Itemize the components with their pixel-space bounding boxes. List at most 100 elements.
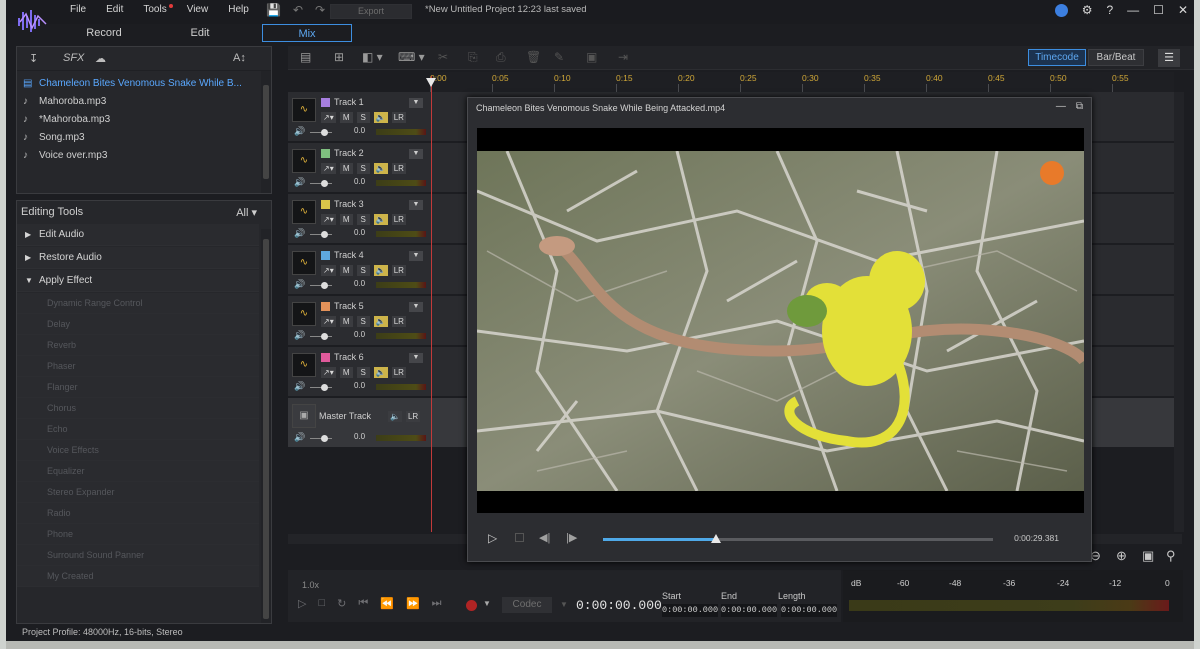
menu-help[interactable]: Help [218,4,259,15]
maximize-icon[interactable]: ☐ [1153,3,1164,17]
effect-item[interactable]: Chorus [17,398,259,419]
video-frame[interactable] [477,128,1084,513]
solo-button[interactable]: S [356,163,370,174]
speaker-toggle-icon[interactable]: 🔈 [373,316,388,327]
pan-button[interactable]: LR [391,163,406,174]
effect-item[interactable]: Voice Effects [17,440,259,461]
group-apply-effect[interactable]: ▼ Apply Effect [17,270,259,292]
track-header[interactable]: ∿ Track 4 ▼ ↗▾ M S 🔈 LR 🔊 0.0 [288,245,432,296]
track-name[interactable]: Track 5 [334,301,364,311]
group-restore-audio[interactable]: ▶ Restore Audio [17,247,259,269]
zoom-in-icon[interactable]: ⊕ [1116,548,1127,564]
export-button[interactable]: Export [330,4,412,19]
tracks-scrollbar[interactable] [1174,92,1184,532]
mute-button[interactable]: M [339,163,353,174]
mixer-icon[interactable]: ☰ [1158,49,1180,67]
track-header[interactable]: ∿ Track 2 ▼ ↗▾ M S 🔈 LR 🔊 0.0 [288,143,432,194]
effect-item[interactable]: My Created [17,566,259,587]
solo-button[interactable]: S [356,214,370,225]
mute-button[interactable]: M [339,265,353,276]
copy-icon[interactable]: ⎘ [468,50,478,65]
effect-item[interactable]: Equalizer [17,461,259,482]
codec-dropdown-icon[interactable]: ▼ [560,600,568,609]
effect-item[interactable]: Echo [17,419,259,440]
track-color-swatch[interactable] [321,98,330,107]
automation-icon[interactable]: ↗▾ [321,112,336,123]
automation-icon[interactable]: ↗▾ [321,367,336,378]
library-scrollbar[interactable] [261,71,271,193]
speaker-toggle-icon[interactable]: 🔈 [373,163,388,174]
volume-knob[interactable] [321,129,328,136]
speaker-toggle-icon[interactable]: 🔈 [373,367,388,378]
import-icon[interactable]: ↧ [29,52,38,65]
effect-item[interactable]: Delay [17,314,259,335]
play-icon[interactable]: ▷ [488,531,497,545]
redo-icon[interactable]: ↷ [315,3,325,17]
pan-button[interactable]: LR [391,316,406,327]
undo-icon[interactable]: ↶ [293,3,303,17]
stop-icon[interactable] [515,533,524,542]
go-start-icon[interactable]: ⏮ [358,597,368,610]
barbeat-button[interactable]: Bar/Beat [1088,49,1144,66]
track-header[interactable]: ∿ Track 1 ▼ ↗▾ M S 🔈 LR 🔊 0.0 [288,92,432,143]
track-color-swatch[interactable] [321,200,330,209]
automation-icon[interactable]: ↗▾ [321,316,336,327]
menu-edit[interactable]: Edit [96,4,133,15]
length-time-field[interactable]: 0:00:00.000 [781,604,837,617]
list-item[interactable]: ▤ Chameleon Bites Venomous Snake While B.… [17,75,261,93]
effect-item[interactable]: Radio [17,503,259,524]
track-color-swatch[interactable] [321,251,330,260]
timeline-ruler[interactable]: 0:00 0:05 0:10 0:15 0:20 0:25 0:30 0:35 0:40 0:45… [430,72,1174,92]
solo-button[interactable]: S [356,367,370,378]
effect-item[interactable]: Flanger [17,377,259,398]
volume-knob[interactable] [321,231,328,238]
playhead[interactable] [431,76,432,532]
cloud-icon[interactable]: ☁ [95,52,106,65]
paste-icon[interactable]: ⎙ [496,50,506,65]
rewind-icon[interactable]: ⏪ [380,597,394,610]
track-header[interactable]: ∿ Track 3 ▼ ↗▾ M S 🔈 LR 🔊 0.0 [288,194,432,245]
list-item[interactable]: ♪ Mahoroba.mp3 [17,93,261,111]
zoom-search-icon[interactable]: ⚲ [1166,548,1176,564]
track-name[interactable]: Track 6 [334,352,364,362]
mute-button[interactable]: M [339,112,353,123]
list-item[interactable]: ♪ Song.mp3 [17,129,261,147]
playback-rate[interactable]: 1.0x [302,580,319,590]
play-icon[interactable]: ▷ [298,597,306,610]
speaker-toggle-icon[interactable]: 🔈 [373,112,388,123]
playhead-marker[interactable] [426,78,436,87]
menu-tools[interactable]: Tools [133,4,176,15]
automation-icon[interactable]: ↗▾ [321,214,336,225]
pan-button[interactable]: LR [405,411,421,422]
effect-item[interactable]: Phone [17,524,259,545]
effect-item[interactable]: Reverb [17,335,259,356]
track-header[interactable]: ∿ Track 5 ▼ ↗▾ M S 🔈 LR 🔊 0.0 [288,296,432,347]
effect-item[interactable]: Phaser [17,356,259,377]
automation-icon[interactable]: ↗▾ [321,265,336,276]
track-name[interactable]: Track 1 [334,97,364,107]
record-options-icon[interactable]: ▼ [483,599,491,608]
save-icon[interactable]: 💾 [266,3,281,17]
tab-record[interactable]: Record [58,24,150,42]
track-name[interactable]: Track 3 [334,199,364,209]
effect-item[interactable]: Surround Sound Panner [17,545,259,566]
pen-icon[interactable]: ✎ [554,50,564,64]
codec-button[interactable]: Codec [502,597,552,613]
track-menu-icon[interactable]: ▼ [409,200,423,210]
minimize-icon[interactable]: — [1056,101,1066,112]
export-clip-icon[interactable]: ⇥ [618,50,628,64]
mute-button[interactable]: M [339,316,353,327]
text-size-button[interactable]: A↕ [233,52,246,64]
track-menu-icon[interactable]: ▼ [409,353,423,363]
track-menu-icon[interactable]: ▼ [409,149,423,159]
track-color-swatch[interactable] [321,353,330,362]
progress-knob[interactable] [711,534,722,543]
pan-button[interactable]: LR [391,367,406,378]
track-properties-icon[interactable]: ▤ [300,50,311,64]
timecode-button[interactable]: Timecode [1028,49,1086,66]
tools-scrollbar[interactable] [261,229,271,623]
tools-filter-dropdown[interactable]: All ▾ [236,206,257,219]
master-track-header[interactable]: ▣ Master Track 🔈 LR 🔊 0.0 [288,398,432,449]
add-track-icon[interactable]: ⊞ [334,50,344,64]
scrollbar-thumb[interactable] [263,239,269,619]
